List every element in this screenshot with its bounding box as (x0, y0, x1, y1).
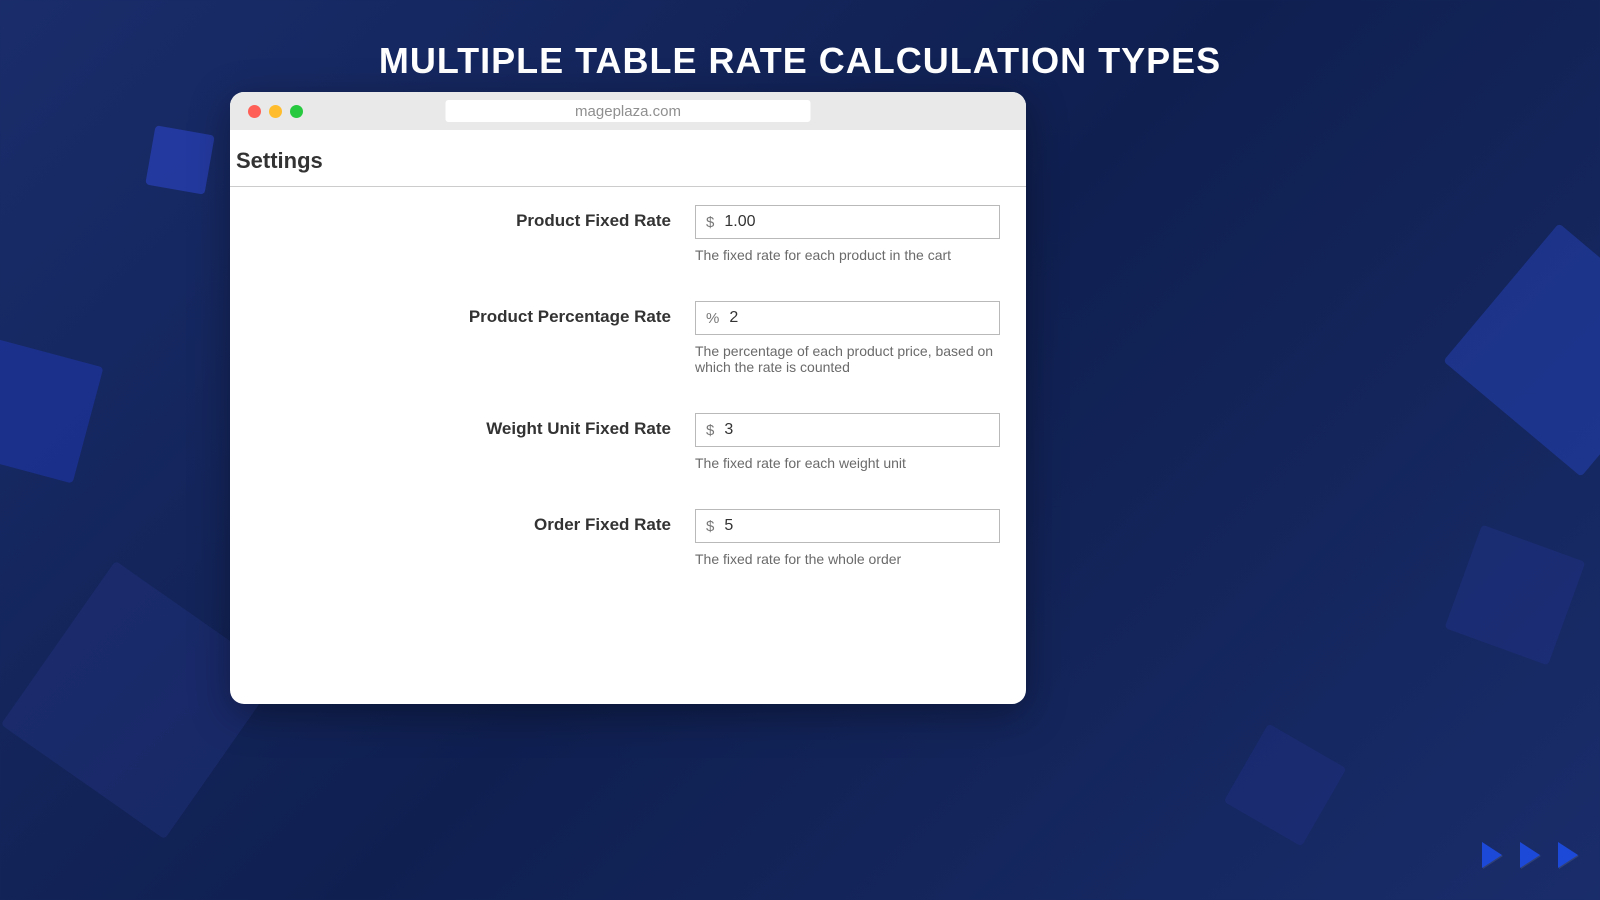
bg-cube (1224, 724, 1347, 847)
field-order-fixed-rate: Order Fixed Rate $ The fixed rate for th… (240, 509, 1016, 567)
close-icon[interactable] (248, 105, 261, 118)
input-weight-unit-fixed-rate[interactable]: $ (695, 413, 1000, 447)
field-label: Product Percentage Rate (240, 301, 695, 327)
currency-prefix: $ (696, 214, 720, 231)
bg-cube (1445, 525, 1586, 666)
maximize-icon[interactable] (290, 105, 303, 118)
input-value[interactable] (720, 213, 999, 231)
play-icon (1520, 842, 1540, 868)
field-weight-unit-fixed-rate: Weight Unit Fixed Rate $ The fixed rate … (240, 413, 1016, 471)
field-product-percentage-rate: Product Percentage Rate % The percentage… (240, 301, 1016, 375)
url-bar[interactable]: mageplaza.com (446, 100, 811, 122)
input-value[interactable] (725, 309, 999, 327)
settings-form: Product Fixed Rate $ The fixed rate for … (230, 205, 1026, 567)
input-product-fixed-rate[interactable]: $ (695, 205, 1000, 239)
percent-prefix: % (696, 310, 725, 327)
helper-text: The fixed rate for the whole order (695, 551, 1000, 567)
play-icon (1558, 842, 1578, 868)
settings-heading: Settings (230, 148, 1026, 182)
minimize-icon[interactable] (269, 105, 282, 118)
field-product-fixed-rate: Product Fixed Rate $ The fixed rate for … (240, 205, 1016, 263)
currency-prefix: $ (696, 518, 720, 535)
helper-text: The percentage of each product price, ba… (695, 343, 1000, 375)
bg-cube (1443, 223, 1600, 477)
input-order-fixed-rate[interactable]: $ (695, 509, 1000, 543)
bg-cube (0, 337, 103, 484)
decorative-play-icons (1482, 842, 1578, 868)
bg-cube (145, 125, 215, 195)
input-value[interactable] (720, 517, 999, 535)
helper-text: The fixed rate for each weight unit (695, 455, 1000, 471)
page-title: MULTIPLE TABLE RATE CALCULATION TYPES (0, 0, 1600, 82)
browser-title-bar: mageplaza.com (230, 92, 1026, 130)
window-controls (248, 105, 303, 118)
helper-text: The fixed rate for each product in the c… (695, 247, 1000, 263)
divider (230, 186, 1026, 187)
content-area: Settings Product Fixed Rate $ The fixed … (230, 130, 1026, 567)
currency-prefix: $ (696, 422, 720, 439)
play-icon (1482, 842, 1502, 868)
field-label: Weight Unit Fixed Rate (240, 413, 695, 439)
field-label: Order Fixed Rate (240, 509, 695, 535)
url-text: mageplaza.com (575, 103, 681, 120)
field-label: Product Fixed Rate (240, 205, 695, 231)
input-product-percentage-rate[interactable]: % (695, 301, 1000, 335)
input-value[interactable] (720, 421, 999, 439)
browser-window: mageplaza.com Settings Product Fixed Rat… (230, 92, 1026, 704)
